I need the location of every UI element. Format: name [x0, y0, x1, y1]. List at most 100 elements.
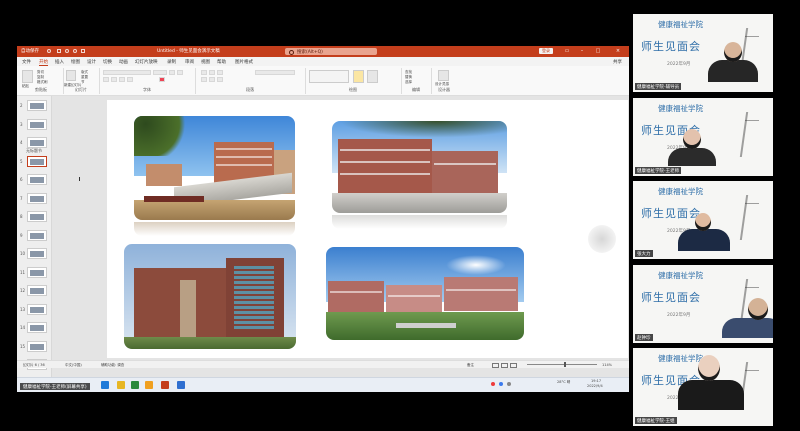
slide-thumbnail[interactable]	[27, 137, 47, 148]
language-indicator[interactable]: 中文(中国)	[65, 363, 82, 368]
design-ideas-icon[interactable]	[438, 70, 449, 81]
bold-icon[interactable]	[103, 77, 109, 82]
slide-thumbnail[interactable]	[27, 285, 47, 296]
tab-5[interactable]: 切换	[103, 59, 112, 65]
text-direction-select[interactable]	[255, 70, 295, 75]
save-icon[interactable]	[57, 49, 61, 53]
tab-8[interactable]: 录制	[167, 59, 176, 65]
align-left-icon[interactable]	[201, 77, 207, 82]
numbering-icon[interactable]	[209, 70, 215, 75]
paragraph-group: 段落	[195, 68, 306, 94]
redo-icon[interactable]	[73, 49, 77, 53]
slide-thumbnail[interactable]	[27, 100, 47, 111]
group-label: 绘图	[349, 87, 357, 92]
slide-thumbnail[interactable]	[27, 229, 47, 241]
tab-6[interactable]: 动画	[119, 59, 128, 65]
align-center-icon[interactable]	[209, 77, 215, 82]
tab-12[interactable]: 图片格式	[235, 59, 253, 65]
strikethrough-icon[interactable]	[127, 77, 133, 82]
tray-app-icon[interactable]	[491, 382, 495, 386]
notes-button[interactable]: 备注	[467, 363, 474, 368]
tab-7[interactable]: 幻灯片放映	[135, 59, 158, 65]
slide-thumbnail[interactable]	[27, 192, 47, 204]
file-explorer-icon[interactable]	[117, 381, 125, 389]
arrange-icon[interactable]	[353, 70, 364, 83]
current-slide[interactable]	[107, 100, 628, 358]
minimize-icon[interactable]: –	[578, 48, 586, 54]
search-input[interactable]: 搜索(Alt+Q)	[285, 48, 377, 55]
participant-tile[interactable]: 健康福祉学院师生见面会2022年9月健康福祉学院-王老师	[633, 98, 773, 176]
align-right-icon[interactable]	[217, 77, 223, 82]
normal-view-icon[interactable]	[492, 363, 499, 368]
slideshow-start-icon[interactable]	[81, 49, 85, 53]
participant-video-body	[722, 318, 773, 338]
italic-icon[interactable]	[111, 77, 117, 82]
slide-thumbnail[interactable]	[27, 174, 47, 185]
select-button[interactable]: 选择	[405, 80, 412, 85]
quick-styles-icon[interactable]	[367, 70, 378, 83]
decrease-font-icon[interactable]	[177, 70, 183, 75]
slide-thumbnail[interactable]	[27, 155, 47, 167]
section-button[interactable]: 节	[81, 80, 85, 85]
slide-number: 3	[20, 121, 23, 127]
slide-thumbnail[interactable]	[27, 266, 47, 278]
tab-3[interactable]: 绘图	[71, 59, 80, 65]
tab-0[interactable]: 文件	[22, 59, 31, 65]
tray-app-icon[interactable]	[499, 382, 503, 386]
slide-thumbnail[interactable]	[27, 322, 47, 333]
start-icon[interactable]	[101, 381, 109, 389]
shapes-gallery[interactable]	[309, 70, 349, 83]
close-icon[interactable]: ×	[614, 48, 622, 54]
participant-tile[interactable]: 健康福祉学院师生见面会2022年9月健康福祉学院-王姐	[633, 348, 773, 426]
weather-widget[interactable]: 28°C 晴	[557, 380, 570, 385]
font-color-icon[interactable]	[159, 77, 165, 82]
slide-sorter-icon[interactable]	[501, 363, 508, 368]
participant-tile[interactable]: 健康福祉学院 师生见面会 2022年9月 赵钟珍	[633, 265, 773, 343]
tab-9[interactable]: 审阅	[185, 59, 194, 65]
tab-1[interactable]: 开始	[39, 59, 48, 66]
main-building-photo[interactable]	[332, 121, 507, 213]
reading-view-icon[interactable]	[510, 363, 517, 368]
autosave-toggle-icon[interactable]	[47, 49, 51, 53]
undo-icon[interactable]	[65, 49, 69, 53]
slide-thumbnail[interactable]	[27, 340, 47, 352]
folder-icon[interactable]	[145, 381, 153, 389]
powerpoint-icon[interactable]	[161, 381, 169, 389]
bullets-icon[interactable]	[201, 70, 207, 75]
tencent-meeting-icon[interactable]	[177, 381, 185, 389]
tab-4[interactable]: 设计	[87, 59, 96, 65]
participant-tile[interactable]: 健康福祉学院 师生见面会 2022年9月 健康福祉学院-辅导员	[633, 14, 773, 92]
accessibility-indicator[interactable]: 辅助功能: 调查	[101, 363, 124, 368]
font-name-select[interactable]	[103, 70, 151, 75]
increase-font-icon[interactable]	[169, 70, 175, 75]
paste-icon[interactable]	[22, 70, 33, 83]
campus-gate-photo[interactable]	[134, 116, 295, 220]
slide-thumbnail[interactable]	[27, 303, 47, 315]
zoom-slider[interactable]	[527, 364, 597, 365]
tab-2[interactable]: 插入	[55, 59, 64, 65]
campus-overview-photo[interactable]	[326, 247, 524, 340]
ink-wash-decoration	[588, 225, 616, 253]
tray-network-icon[interactable]	[507, 382, 511, 386]
login-button[interactable]: 登录	[539, 48, 553, 54]
slide-thumbnail[interactable]	[27, 211, 47, 222]
zoom-slider-thumb[interactable]	[564, 362, 566, 367]
font-size-select[interactable]	[153, 70, 167, 75]
underline-icon[interactable]	[119, 77, 125, 82]
wechat-icon[interactable]	[131, 381, 139, 389]
ribbon-display-icon[interactable]: ▭	[563, 48, 571, 54]
participant-tile[interactable]: 健康福祉学院 师生见面会 2022年9月 张大力	[633, 181, 773, 259]
maximize-icon[interactable]: □	[594, 48, 602, 54]
tab-10[interactable]: 视图	[201, 59, 210, 65]
format-painter-button[interactable]: 格式刷	[37, 80, 48, 85]
section-label[interactable]: 无标题节	[26, 148, 42, 154]
slide-thumbnail[interactable]	[27, 118, 47, 130]
zoom-level[interactable]: 114%	[602, 363, 612, 367]
editing-group: 查找 替换 选择 编辑	[401, 68, 432, 94]
slide-thumbnail[interactable]	[27, 248, 47, 259]
indent-icon[interactable]	[217, 70, 223, 75]
tab-11[interactable]: 帮助	[217, 59, 226, 65]
library-photo[interactable]	[124, 244, 296, 349]
share-button[interactable]: 共享	[613, 59, 622, 65]
new-slide-icon[interactable]	[66, 70, 76, 81]
